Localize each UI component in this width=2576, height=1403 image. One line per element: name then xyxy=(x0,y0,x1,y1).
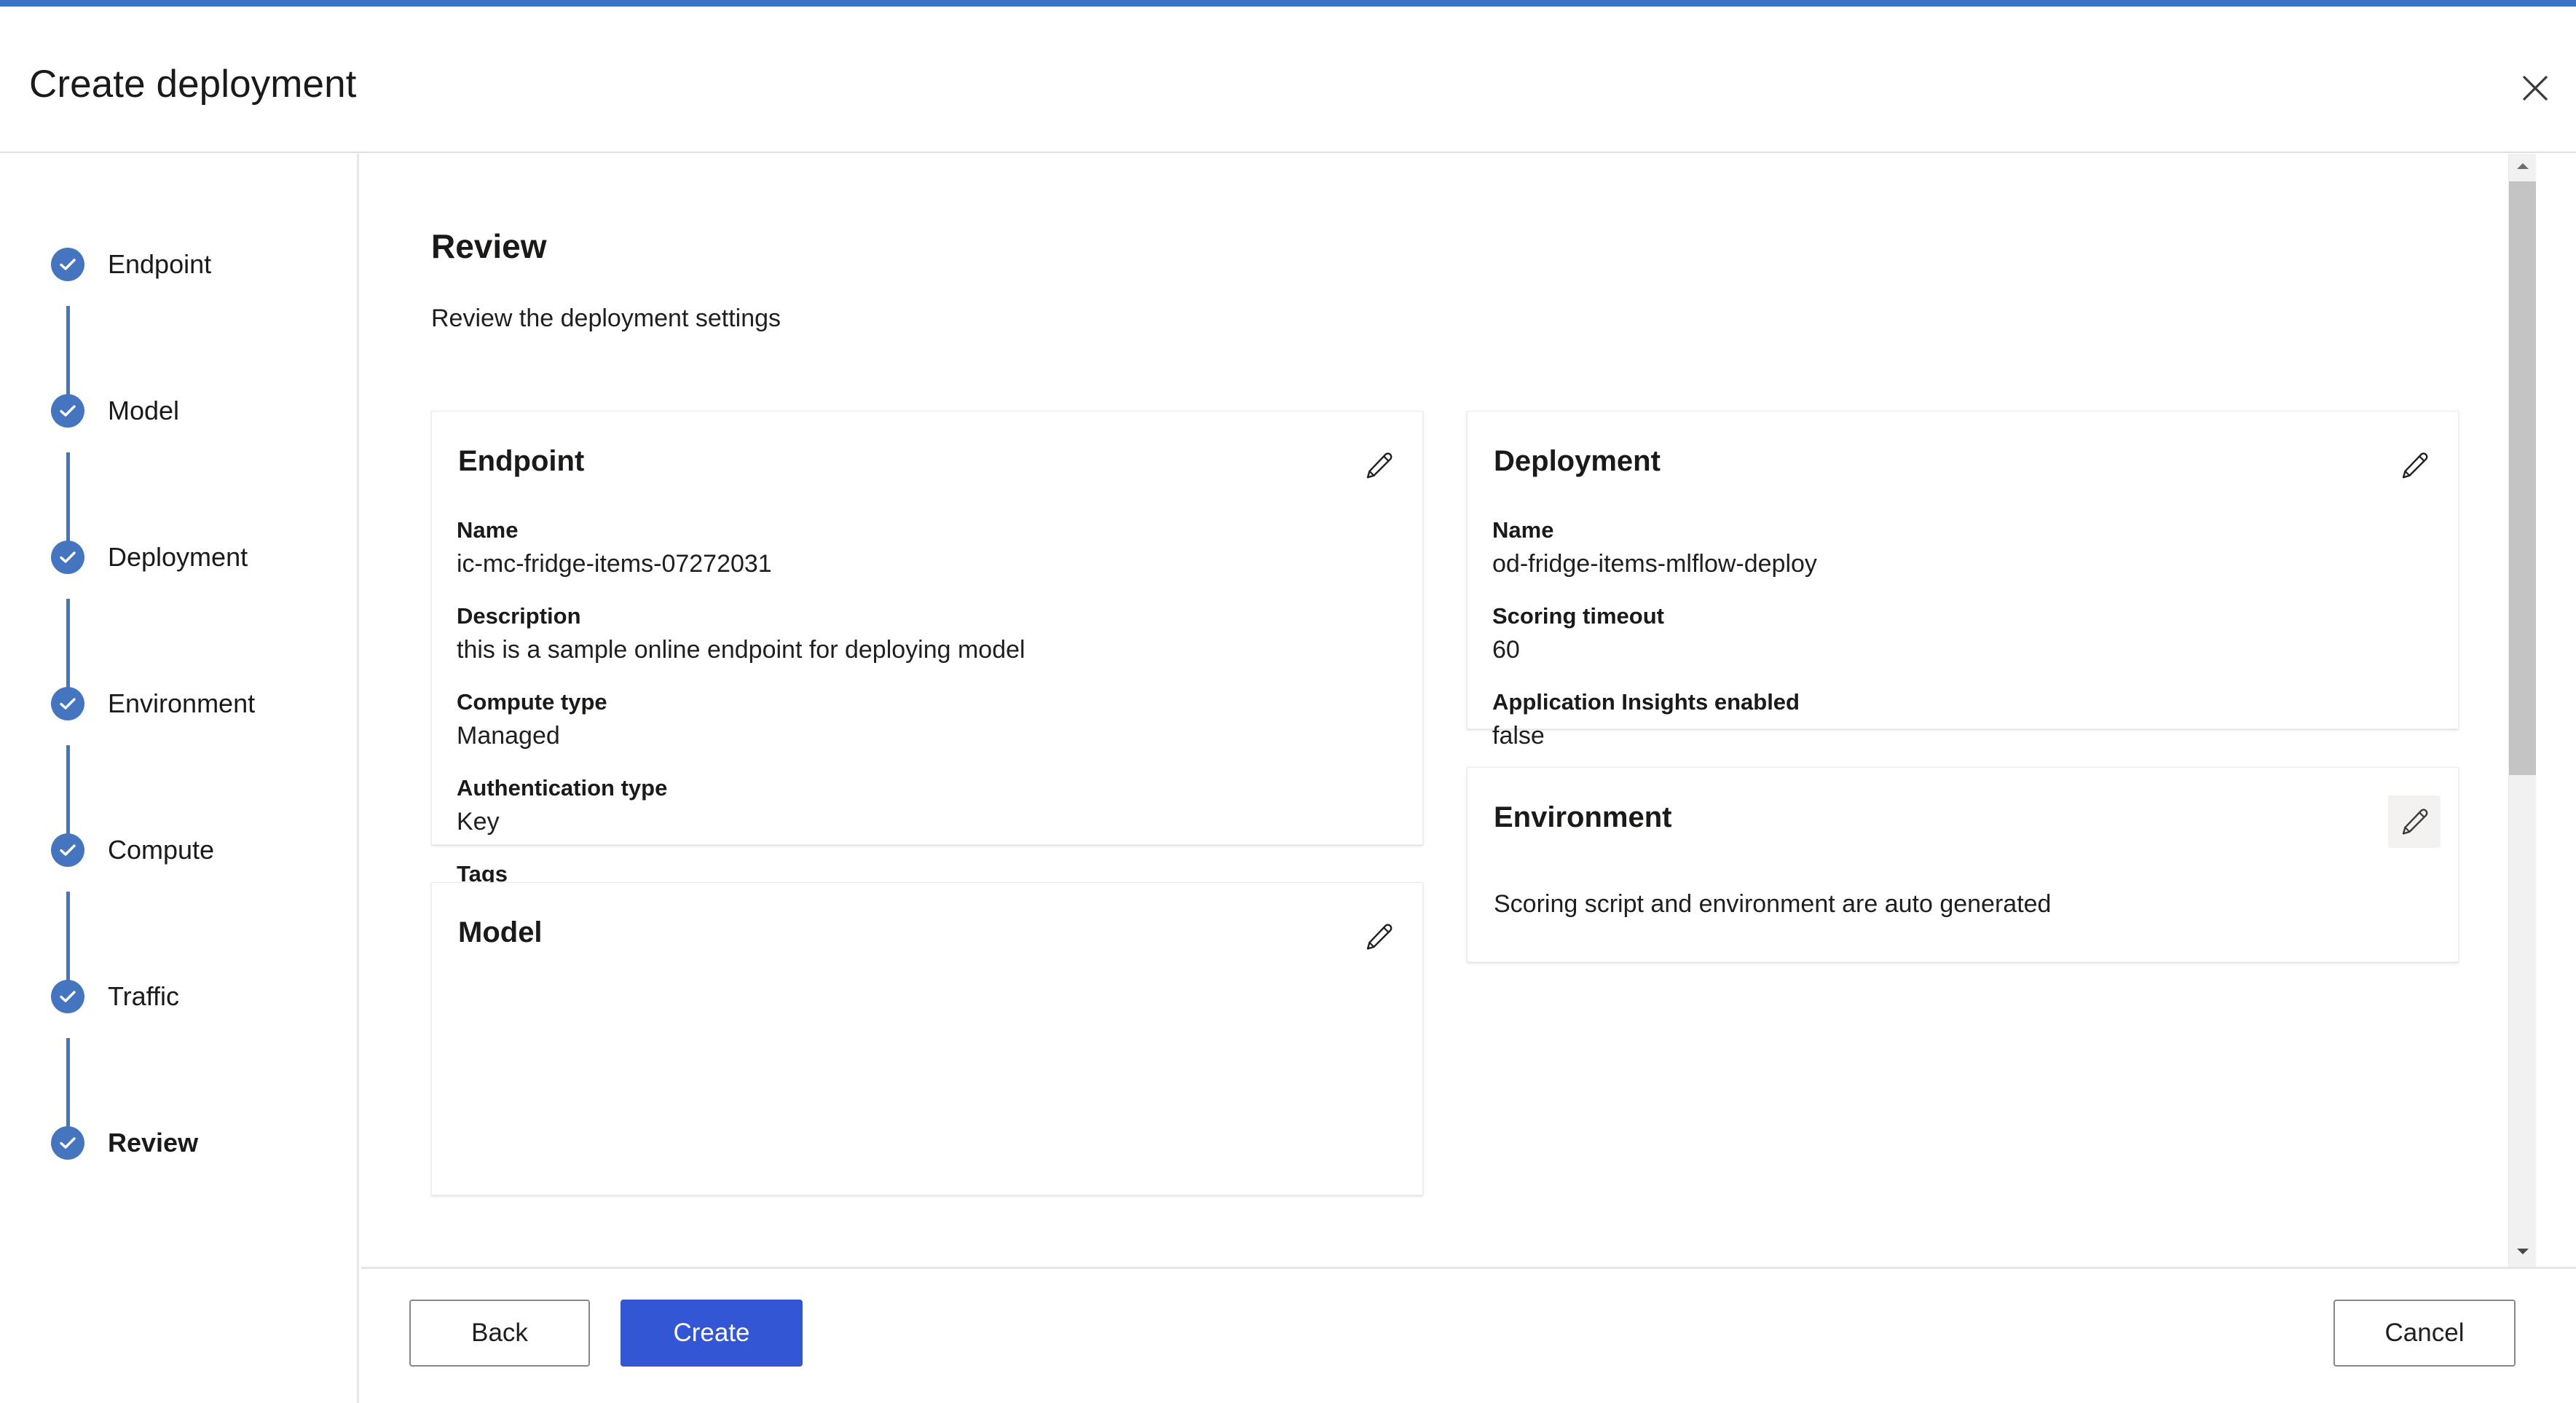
field-label: Name xyxy=(457,517,519,543)
create-button[interactable]: Create xyxy=(621,1300,803,1367)
field-value: false xyxy=(1492,722,1545,750)
close-icon xyxy=(2519,72,2551,104)
pencil-icon xyxy=(2398,449,2430,482)
field-label: Application Insights enabled xyxy=(1492,689,1800,715)
sidebar-item-traffic[interactable]: Traffic xyxy=(51,976,179,1017)
endpoint-summary-card: Endpoint Name ic-mc-fridge-items-0727203… xyxy=(431,411,1423,955)
field-value: 60 xyxy=(1492,636,1520,664)
card-title-environment: Environment xyxy=(1494,801,1672,833)
check-circle-icon xyxy=(51,541,84,574)
edit-deployment-button[interactable] xyxy=(2388,439,2441,492)
field-value: ic-mc-fridge-items-07272031 xyxy=(457,550,772,578)
panel-footer: Back Create Cancel xyxy=(0,1267,2576,1403)
card-title-deployment: Deployment xyxy=(1494,445,1661,477)
model-summary-card: Model xyxy=(431,882,1423,1195)
field-row: Scoring timeout 60 xyxy=(1492,601,2433,665)
field-row: Name od-fridge-items-mlflow-deploy xyxy=(1492,515,2433,579)
sidebar-item-label: Environment xyxy=(108,688,256,718)
field-value: this is a sample online endpoint for dep… xyxy=(457,636,1025,664)
field-label: Scoring timeout xyxy=(1492,603,1664,629)
accent-strip xyxy=(0,0,2576,7)
sidebar-item-environment[interactable]: Environment xyxy=(51,683,255,724)
pencil-icon xyxy=(1363,449,1395,482)
check-circle-icon xyxy=(51,833,84,867)
check-circle-icon xyxy=(51,394,84,428)
caret-up-icon xyxy=(2516,161,2530,175)
field-value: od-fridge-items-mlflow-deploy xyxy=(1492,550,1817,578)
environment-summary-card: Environment Scoring script and environme… xyxy=(1467,767,2459,962)
panel-header: Create deployment xyxy=(0,7,2576,153)
field-row: Application Insights enabled false xyxy=(1492,687,2433,751)
field-label: Authentication type xyxy=(457,775,668,801)
edit-environment-button[interactable] xyxy=(2388,795,2441,848)
field-row: Authentication type Key xyxy=(457,773,1398,837)
edit-model-button[interactable] xyxy=(1352,911,1405,963)
scroll-down-button[interactable] xyxy=(2509,1239,2536,1267)
rail-divider-footer xyxy=(357,1267,359,1403)
cancel-button[interactable]: Cancel xyxy=(2333,1300,2516,1367)
vertical-scrollbar[interactable] xyxy=(2508,154,2536,1267)
sidebar-item-label: Endpoint xyxy=(108,249,212,279)
scroll-up-button[interactable] xyxy=(2509,154,2536,181)
sidebar-item-label: Model xyxy=(108,396,180,425)
sidebar-item-label: Review xyxy=(108,1128,199,1158)
environment-note: Scoring script and environment are auto … xyxy=(1494,890,2052,918)
field-value: Key xyxy=(457,808,500,836)
field-row: Description this is a sample online endp… xyxy=(457,601,1398,665)
card-title-model: Model xyxy=(458,916,543,948)
edit-endpoint-button[interactable] xyxy=(1352,439,1405,492)
scrollbar-thumb[interactable] xyxy=(2509,181,2536,775)
field-row: Compute type Managed xyxy=(457,687,1398,751)
field-row: Name ic-mc-fridge-items-07272031 xyxy=(457,515,1398,579)
review-subheading: Review the deployment settings xyxy=(431,304,781,332)
sidebar-item-deployment[interactable]: Deployment xyxy=(51,537,248,578)
pencil-icon xyxy=(1363,921,1395,953)
sidebar-item-review[interactable]: Review xyxy=(51,1123,198,1163)
sidebar-item-label: Traffic xyxy=(108,981,180,1011)
sidebar-item-compute[interactable]: Compute xyxy=(51,830,214,871)
field-value: Managed xyxy=(457,722,560,750)
panel-body: Endpoint Model Deployment Environment Co… xyxy=(0,154,2576,1267)
check-circle-icon xyxy=(51,248,84,281)
check-circle-icon xyxy=(51,980,84,1013)
review-heading: Review xyxy=(431,227,547,265)
pencil-icon xyxy=(2398,806,2430,838)
field-label: Compute type xyxy=(457,689,607,715)
caret-down-icon xyxy=(2516,1246,2530,1260)
sidebar-item-endpoint[interactable]: Endpoint xyxy=(51,244,211,285)
field-label: Description xyxy=(457,603,581,629)
page-title: Create deployment xyxy=(29,63,357,106)
wizard-rail: Endpoint Model Deployment Environment Co… xyxy=(0,154,359,1267)
back-button[interactable]: Back xyxy=(409,1300,590,1367)
create-deployment-panel: Create deployment Endpoint Model Deploym… xyxy=(0,0,2576,1403)
footer-divider xyxy=(361,1267,2576,1269)
deployment-summary-card: Deployment Name od-fridge-items-mlflow-d… xyxy=(1467,411,2459,869)
review-content: Review Review the deployment settings En… xyxy=(361,154,2536,1267)
check-circle-icon xyxy=(51,1126,84,1160)
check-circle-icon xyxy=(51,687,84,720)
field-label: Name xyxy=(1492,517,1554,543)
sidebar-item-model[interactable]: Model xyxy=(51,390,179,431)
card-title-endpoint: Endpoint xyxy=(458,445,585,477)
sidebar-item-label: Compute xyxy=(108,835,215,865)
sidebar-item-label: Deployment xyxy=(108,542,248,572)
close-button[interactable] xyxy=(2510,63,2560,113)
